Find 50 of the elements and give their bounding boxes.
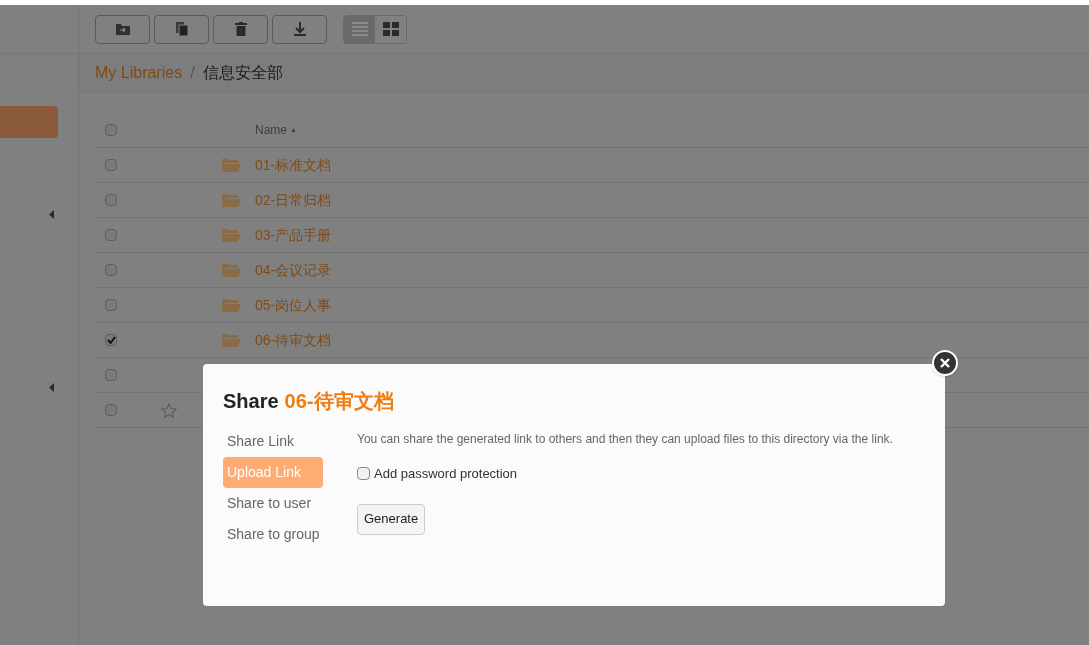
row-checkbox[interactable] <box>105 404 117 416</box>
collapse-arrow-icon[interactable] <box>49 383 54 392</box>
share-tab[interactable]: Share to group <box>223 519 324 550</box>
download-icon <box>292 22 307 36</box>
row-checkbox[interactable] <box>105 159 117 171</box>
delete-button[interactable] <box>213 14 268 44</box>
row-checkbox[interactable] <box>105 334 117 346</box>
folder-link[interactable]: 05-岗位人事 <box>255 294 332 316</box>
folder-link[interactable]: 01-标准文档 <box>255 154 332 176</box>
folder-link[interactable]: 03-产品手册 <box>255 224 332 246</box>
folder-move-icon <box>115 23 130 35</box>
folder-icon <box>222 193 241 207</box>
generate-button[interactable]: Generate <box>357 503 426 535</box>
star-icon[interactable] <box>161 402 177 418</box>
row-checkbox[interactable] <box>105 299 117 311</box>
password-checkbox[interactable] <box>357 467 370 481</box>
select-all-checkbox[interactable] <box>105 124 117 136</box>
breadcrumb-current: 信息安全部 <box>202 63 283 83</box>
share-tab[interactable]: Upload Link <box>223 457 323 488</box>
folder-link[interactable]: 04-会议记录 <box>255 259 332 281</box>
folder-icon <box>222 158 241 172</box>
share-tab[interactable]: Share to user <box>223 488 316 519</box>
dialog-description: You can share the generated link to others and then they can upload files to this directory via the link. <box>357 431 893 448</box>
sidebar-selected-item[interactable] <box>0 106 58 138</box>
row-checkbox[interactable] <box>105 264 117 276</box>
close-icon <box>940 358 950 368</box>
move-button[interactable] <box>95 14 150 44</box>
row-checkbox[interactable] <box>105 369 117 381</box>
trash-icon <box>234 22 247 36</box>
folder-icon <box>222 263 241 277</box>
password-label: Add password protection <box>374 465 518 483</box>
folder-icon <box>222 298 241 312</box>
copy-button[interactable] <box>154 14 209 44</box>
breadcrumb-separator: / <box>190 63 195 83</box>
share-tab[interactable]: Share Link <box>223 426 298 457</box>
dialog-title: Share <box>223 389 279 414</box>
folder-icon <box>222 333 241 347</box>
row-checkbox[interactable] <box>105 229 117 241</box>
folder-icon <box>222 228 241 242</box>
grid-icon <box>382 22 399 36</box>
folder-link[interactable]: 06-待审文档 <box>255 329 332 351</box>
breadcrumb-link[interactable]: My Libraries <box>95 61 183 85</box>
folder-link[interactable]: 02-日常归档 <box>255 189 332 211</box>
dialog-item-name: 06-待审文档 <box>284 389 394 414</box>
collapse-arrow-icon[interactable] <box>49 210 54 219</box>
row-checkbox[interactable] <box>105 194 117 206</box>
download-button[interactable] <box>272 14 327 44</box>
list-view-button[interactable] <box>344 15 375 43</box>
list-icon <box>351 22 368 36</box>
copy-icon <box>175 22 188 36</box>
